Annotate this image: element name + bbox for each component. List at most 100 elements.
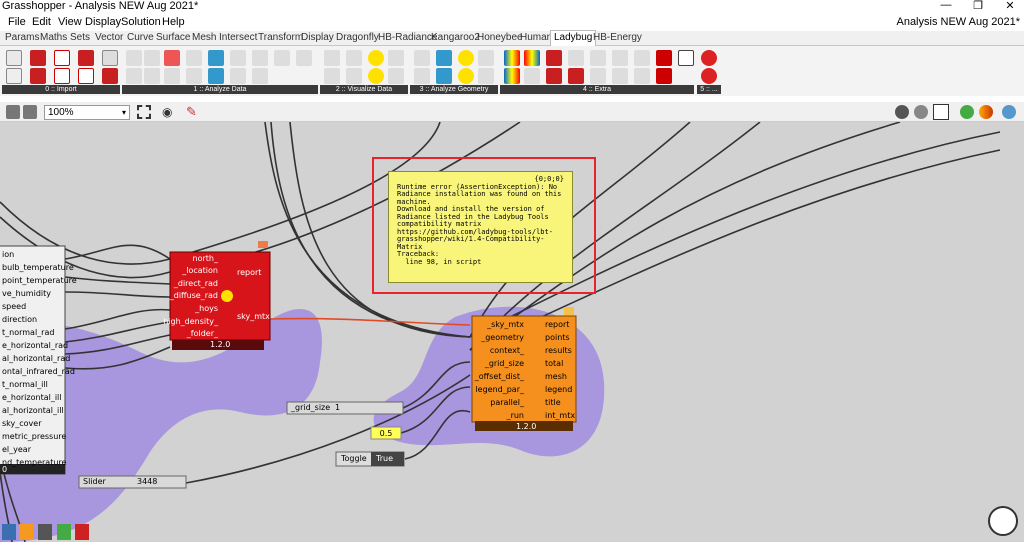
input-hoys[interactable]: _hoys	[195, 304, 218, 313]
tab-human[interactable]: Human	[520, 32, 552, 43]
menu-display[interactable]: Display	[85, 16, 121, 28]
input-diffuse-rad[interactable]: _diffuse_rad	[170, 291, 218, 300]
tab-curve[interactable]: Curve	[127, 32, 154, 43]
input-offset-dist[interactable]: _offset_dist_	[475, 372, 524, 381]
team-icon[interactable]	[634, 68, 650, 84]
book-icon[interactable]	[634, 50, 650, 66]
crosshair-icon[interactable]	[678, 50, 694, 66]
person-read-icon[interactable]	[612, 68, 628, 84]
color-range-icon[interactable]	[524, 50, 540, 66]
recipe-icon[interactable]	[590, 68, 606, 84]
tab-sets[interactable]: Sets	[70, 32, 90, 43]
bottle-icon[interactable]	[590, 50, 606, 66]
folder-icon[interactable]	[656, 50, 672, 66]
shade-icon[interactable]	[478, 50, 494, 66]
tab-hb-radiance[interactable]: HB-Radiance	[378, 32, 437, 43]
legend-icon[interactable]	[504, 50, 520, 66]
psych-icon[interactable]	[324, 68, 340, 84]
input-run[interactable]: _run	[507, 411, 524, 420]
input-location[interactable]: _location	[182, 266, 218, 275]
i-love-ny-icon[interactable]	[54, 50, 70, 66]
brush-icon[interactable]: ✎	[186, 104, 197, 120]
boolean-toggle[interactable]: Toggle True	[336, 452, 404, 466]
fan-icon[interactable]	[478, 68, 494, 84]
graph-icon[interactable]	[324, 50, 340, 66]
open-folder-icon[interactable]	[656, 68, 672, 84]
zoom-select[interactable]: 100% ▾	[44, 105, 130, 120]
b2a-icon[interactable]	[144, 68, 160, 84]
output-total[interactable]: total	[545, 359, 563, 368]
sun-icon[interactable]	[458, 50, 474, 66]
gradient-icon[interactable]	[504, 68, 520, 84]
b2-icon[interactable]	[144, 50, 160, 66]
walker-icon[interactable]	[252, 50, 268, 66]
number-panel[interactable]: 0.5	[371, 427, 401, 439]
ab-arrow-icon[interactable]	[186, 50, 202, 66]
input-folder[interactable]: _folder_	[187, 329, 218, 338]
tab-mesh[interactable]: Mesh	[192, 32, 216, 43]
tab-surface[interactable]: Surface	[156, 32, 190, 43]
input-grid-size[interactable]: _grid_size	[485, 359, 524, 368]
people-icon[interactable]	[274, 50, 290, 66]
output-legend[interactable]: legend	[545, 385, 572, 394]
preview-off-icon[interactable]	[895, 105, 909, 119]
wea-icon[interactable]	[78, 68, 94, 84]
tab-params[interactable]: Params	[5, 32, 39, 43]
tab-honeybee[interactable]: Honeybee	[477, 32, 523, 43]
ab-icon[interactable]	[126, 50, 142, 66]
grid-size-slider[interactable]: _grid_size 1	[287, 402, 403, 414]
mesh-settings-icon[interactable]	[1002, 105, 1016, 119]
tab-transform[interactable]: Transform	[258, 32, 303, 43]
menu-solution[interactable]: Solution	[121, 16, 161, 28]
stat-icon[interactable]	[30, 68, 46, 84]
ab-b-icon[interactable]	[164, 68, 180, 84]
sky-matrix-component[interactable]: north_ _location _direct_rad _diffuse_ra…	[163, 252, 270, 350]
output-points[interactable]: points	[545, 333, 570, 342]
output-results[interactable]: results	[545, 346, 572, 355]
skymatrix-icon[interactable]	[208, 68, 224, 84]
utci-icon[interactable]	[252, 68, 268, 84]
wind-rose-icon[interactable]	[388, 68, 404, 84]
zoom-extents-icon[interactable]	[137, 105, 151, 119]
units-icon[interactable]	[568, 68, 584, 84]
number-slider[interactable]: Slider 3448	[79, 476, 186, 488]
tab-maths[interactable]: Maths	[40, 32, 67, 43]
person-icon[interactable]	[230, 50, 246, 66]
input-legend-par[interactable]: legend_par_	[475, 385, 524, 394]
curve-icon[interactable]	[346, 68, 362, 84]
menu-file[interactable]: File	[8, 16, 26, 28]
close-button[interactable]: ✕	[995, 0, 1024, 13]
save-icon[interactable]	[6, 105, 20, 119]
input-sky-mtx[interactable]: _sky_mtx	[487, 320, 524, 329]
radiation-study-component[interactable]: _sky_mtx _geometry context_ _grid_size _…	[472, 316, 576, 431]
tab-hb-energy[interactable]: HB-Energy	[593, 32, 642, 43]
epw-icon[interactable]	[30, 50, 46, 66]
output-report[interactable]: report	[237, 268, 261, 277]
view-icon[interactable]	[414, 50, 430, 66]
record-icon[interactable]	[701, 68, 717, 84]
output-mesh[interactable]: mesh	[545, 372, 567, 381]
input-north[interactable]: north_	[193, 254, 218, 263]
tab-vector[interactable]: Vector	[95, 32, 123, 43]
shaded-icon[interactable]	[933, 104, 949, 120]
input-context[interactable]: context_	[490, 346, 524, 355]
direct-sun-icon[interactable]	[458, 68, 474, 84]
menu-edit[interactable]: Edit	[32, 16, 51, 28]
sunrise-icon[interactable]	[546, 50, 562, 66]
restore-button[interactable]: ❐	[963, 0, 993, 13]
line-chart-icon[interactable]	[346, 50, 362, 66]
location-icon[interactable]	[102, 68, 118, 84]
ddy-icon[interactable]	[78, 50, 94, 66]
tab-intersect[interactable]: Intersect	[219, 32, 257, 43]
minimize-button[interactable]: —	[931, 0, 961, 13]
open-icon[interactable]	[23, 105, 37, 119]
sunpath-icon[interactable]	[368, 50, 384, 66]
camera-icon[interactable]	[524, 68, 540, 84]
download-icon[interactable]	[102, 50, 118, 66]
eye-icon[interactable]	[414, 68, 430, 84]
wireframe-icon[interactable]	[914, 105, 928, 119]
weather-component[interactable]: ion bulb_temperature point_temperature v…	[0, 246, 77, 474]
tab-kangaroo2[interactable]: Kangaroo2	[431, 32, 480, 43]
rename-icon[interactable]	[568, 50, 584, 66]
output-sky-mtx[interactable]: sky_mtx	[237, 312, 270, 321]
